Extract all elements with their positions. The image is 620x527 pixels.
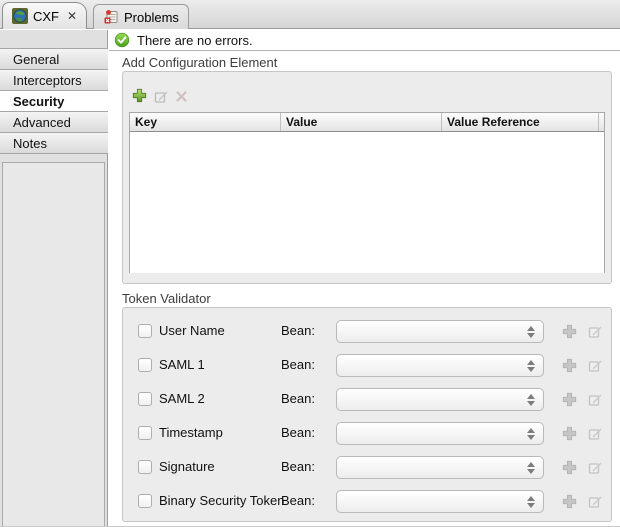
bean-label: Bean: <box>281 323 315 338</box>
token-row-timestamp: Timestamp Bean: <box>123 422 611 446</box>
token-row-label: Binary Security Token <box>159 493 285 508</box>
token-row-label: User Name <box>159 323 225 338</box>
column-header-key[interactable]: Key <box>130 113 281 131</box>
config-section-title: Add Configuration Element <box>122 55 277 70</box>
sidebar-item-general[interactable]: General <box>0 48 108 70</box>
token-validator-title: Token Validator <box>122 291 211 306</box>
sidebar-item-advanced[interactable]: Advanced <box>0 111 108 133</box>
sidebar-item-security[interactable]: Security <box>0 90 108 112</box>
token-validator-groupbox: User Name Bean: SAML 1 Bean: <box>122 307 612 522</box>
stepper-icon <box>526 325 535 339</box>
status-strip: There are no errors. <box>109 30 620 51</box>
binary-security-token-checkbox[interactable] <box>138 494 152 508</box>
sidebar-tabs: General Interceptors Security Advanced N… <box>0 48 108 153</box>
sidebar-item-interceptors[interactable]: Interceptors <box>0 69 108 91</box>
tab-problems-label: Problems <box>124 10 179 25</box>
binary-security-token-bean-dropdown[interactable] <box>336 490 544 513</box>
edit-bean-button[interactable] <box>587 494 603 510</box>
signature-bean-dropdown[interactable] <box>336 456 544 479</box>
token-row-saml2: SAML 2 Bean: <box>123 388 611 412</box>
add-config-button[interactable] <box>131 88 147 104</box>
timestamp-bean-dropdown[interactable] <box>336 422 544 445</box>
globe-icon <box>12 8 28 24</box>
status-message: There are no errors. <box>137 33 253 48</box>
sidebar-item-notes[interactable]: Notes <box>0 132 108 154</box>
edit-bean-button[interactable] <box>587 460 603 476</box>
saml1-checkbox[interactable] <box>138 358 152 372</box>
saml1-bean-dropdown[interactable] <box>336 354 544 377</box>
editor-tab-bar: CXF ✕ Problems <box>0 0 620 29</box>
column-header-filler <box>599 113 604 131</box>
tab-cxf-label: CXF <box>33 9 59 24</box>
stepper-icon <box>526 427 535 441</box>
add-bean-button[interactable] <box>561 460 577 476</box>
bean-label: Bean: <box>281 357 315 372</box>
user-name-checkbox[interactable] <box>138 324 152 338</box>
status-ok-icon <box>114 32 130 48</box>
tab-problems[interactable]: Problems <box>93 4 189 29</box>
add-bean-button[interactable] <box>561 494 577 510</box>
timestamp-checkbox[interactable] <box>138 426 152 440</box>
config-table: Key Value Value Reference <box>129 112 605 273</box>
token-row-saml1: SAML 1 Bean: <box>123 354 611 378</box>
tab-cxf[interactable]: CXF ✕ <box>2 2 87 29</box>
stepper-icon <box>526 359 535 373</box>
config-groupbox: Key Value Value Reference <box>122 71 612 284</box>
delete-config-button[interactable] <box>173 89 189 105</box>
token-row-user-name: User Name Bean: <box>123 320 611 344</box>
add-bean-button[interactable] <box>561 392 577 408</box>
close-icon[interactable]: ✕ <box>67 10 77 22</box>
add-bean-button[interactable] <box>561 358 577 374</box>
token-row-signature: Signature Bean: <box>123 456 611 480</box>
edit-bean-button[interactable] <box>587 324 603 340</box>
token-row-label: Signature <box>159 459 215 474</box>
token-row-label: SAML 2 <box>159 391 205 406</box>
sidebar: General Interceptors Security Advanced N… <box>0 30 108 527</box>
bean-label: Bean: <box>281 459 315 474</box>
token-row-label: Timestamp <box>159 425 223 440</box>
sidebar-empty-panel <box>2 162 105 527</box>
config-table-header: Key Value Value Reference <box>130 113 604 132</box>
add-bean-button[interactable] <box>561 324 577 340</box>
column-header-value-reference[interactable]: Value Reference <box>442 113 599 131</box>
edit-config-button[interactable] <box>153 89 169 105</box>
bean-label: Bean: <box>281 425 315 440</box>
edit-bean-button[interactable] <box>587 426 603 442</box>
saml2-bean-dropdown[interactable] <box>336 388 544 411</box>
edit-bean-button[interactable] <box>587 358 603 374</box>
stepper-icon <box>526 461 535 475</box>
signature-checkbox[interactable] <box>138 460 152 474</box>
user-name-bean-dropdown[interactable] <box>336 320 544 343</box>
cxf-editor-window: CXF ✕ Problems General Interceptors <box>0 0 620 527</box>
column-header-value[interactable]: Value <box>281 113 442 131</box>
problems-icon <box>103 9 119 25</box>
bean-label: Bean: <box>281 391 315 406</box>
saml2-checkbox[interactable] <box>138 392 152 406</box>
add-bean-button[interactable] <box>561 426 577 442</box>
edit-bean-button[interactable] <box>587 392 603 408</box>
stepper-icon <box>526 393 535 407</box>
config-table-body[interactable] <box>130 132 604 273</box>
token-row-binary-security-token: Binary Security Token Bean: <box>123 490 611 514</box>
token-row-label: SAML 1 <box>159 357 205 372</box>
stepper-icon <box>526 495 535 509</box>
bean-label: Bean: <box>281 493 315 508</box>
